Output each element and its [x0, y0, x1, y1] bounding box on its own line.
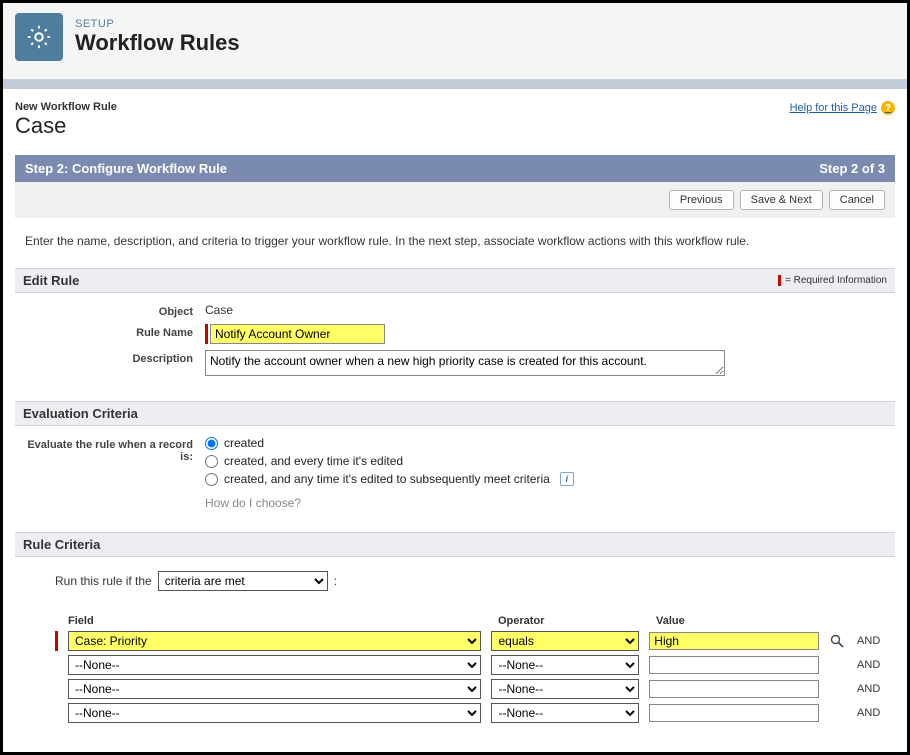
col-operator: Operator	[498, 615, 646, 627]
object-label: Object	[25, 303, 205, 318]
criteria-row: --None-- --None-- AND	[55, 655, 885, 675]
page-title: Workflow Rules	[75, 30, 240, 56]
header-titles: SETUP Workflow Rules	[75, 18, 240, 56]
criteria-operator-select[interactable]: --None--	[491, 679, 639, 699]
description-label: Description	[25, 350, 205, 365]
setup-label: SETUP	[75, 18, 240, 30]
run-label: Run this rule if the	[55, 574, 152, 588]
eval-option-edited[interactable]: created, and every time it's edited	[205, 454, 885, 468]
rule-criteria-head: Rule Criteria	[15, 532, 895, 557]
header-section: SETUP Workflow Rules	[3, 3, 907, 89]
criteria-row: --None-- --None-- AND	[55, 679, 885, 699]
criteria-field-select[interactable]: --None--	[68, 679, 481, 699]
help-link-text: Help for this Page	[790, 102, 877, 114]
info-icon[interactable]: i	[560, 472, 574, 486]
instructions: Enter the name, description, and criteri…	[15, 218, 895, 268]
and-label: AND	[857, 635, 885, 647]
breadcrumb: New Workflow Rule Case	[15, 101, 117, 139]
criteria-operator-select[interactable]: equals	[491, 631, 639, 651]
criteria-value-input[interactable]	[649, 656, 819, 674]
eval-label: Evaluate the rule when a record is:	[25, 436, 205, 463]
criteria-row: Case: Priority equals AND	[55, 631, 885, 651]
gear-icon	[15, 13, 63, 61]
eval-option-subseq[interactable]: created, and any time it's edited to sub…	[205, 472, 885, 486]
lookup-icon[interactable]	[829, 633, 847, 649]
criteria-operator-select[interactable]: --None--	[491, 655, 639, 675]
breadcrumb-small: New Workflow Rule	[15, 101, 117, 113]
previous-button[interactable]: Previous	[669, 190, 734, 210]
run-select[interactable]: criteria are met	[158, 571, 328, 591]
criteria-value-input[interactable]	[649, 632, 819, 650]
description-input[interactable]: Notify the account owner when a new high…	[205, 350, 725, 376]
eval-option-created[interactable]: created	[205, 436, 885, 450]
rule-name-input[interactable]	[210, 324, 385, 344]
criteria-row: --None-- --None-- AND	[55, 703, 885, 723]
required-info: = Required Information	[778, 275, 887, 286]
radio-subseq[interactable]	[205, 473, 218, 486]
col-field: Field	[68, 615, 488, 627]
save-next-button[interactable]: Save & Next	[740, 190, 823, 210]
step-title: Step 2: Configure Workflow Rule	[25, 161, 227, 176]
criteria-field-select[interactable]: Case: Priority	[68, 631, 481, 651]
cancel-button[interactable]: Cancel	[829, 190, 885, 210]
help-link[interactable]: Help for this Page ?	[790, 101, 895, 115]
step-count: Step 2 of 3	[819, 161, 885, 176]
object-value: Case	[205, 303, 885, 317]
criteria-table: Field Operator Value Case: Priority equal…	[55, 615, 885, 723]
criteria-value-input[interactable]	[649, 680, 819, 698]
edit-rule-head: Edit Rule = Required Information	[15, 268, 895, 293]
radio-created[interactable]	[205, 437, 218, 450]
criteria-field-select[interactable]: --None--	[68, 655, 481, 675]
and-label: AND	[857, 707, 885, 719]
button-row: Previous Save & Next Cancel	[15, 182, 895, 218]
eval-criteria-title: Evaluation Criteria	[23, 406, 138, 421]
criteria-operator-select[interactable]: --None--	[491, 703, 639, 723]
criteria-value-input[interactable]	[649, 704, 819, 722]
and-label: AND	[857, 683, 885, 695]
radio-edited[interactable]	[205, 455, 218, 468]
and-label: AND	[857, 659, 885, 671]
how-choose-link[interactable]: How do I choose?	[205, 496, 885, 510]
eval-criteria-head: Evaluation Criteria	[15, 401, 895, 426]
rule-name-label: Rule Name	[25, 324, 205, 339]
breadcrumb-object: Case	[15, 113, 117, 139]
criteria-field-select[interactable]: --None--	[68, 703, 481, 723]
required-stripe	[205, 324, 208, 344]
help-icon: ?	[881, 101, 895, 115]
col-value: Value	[656, 615, 826, 627]
rule-criteria-title: Rule Criteria	[23, 537, 100, 552]
edit-rule-title: Edit Rule	[23, 273, 79, 288]
step-bar: Step 2: Configure Workflow Rule Step 2 o…	[15, 155, 895, 182]
